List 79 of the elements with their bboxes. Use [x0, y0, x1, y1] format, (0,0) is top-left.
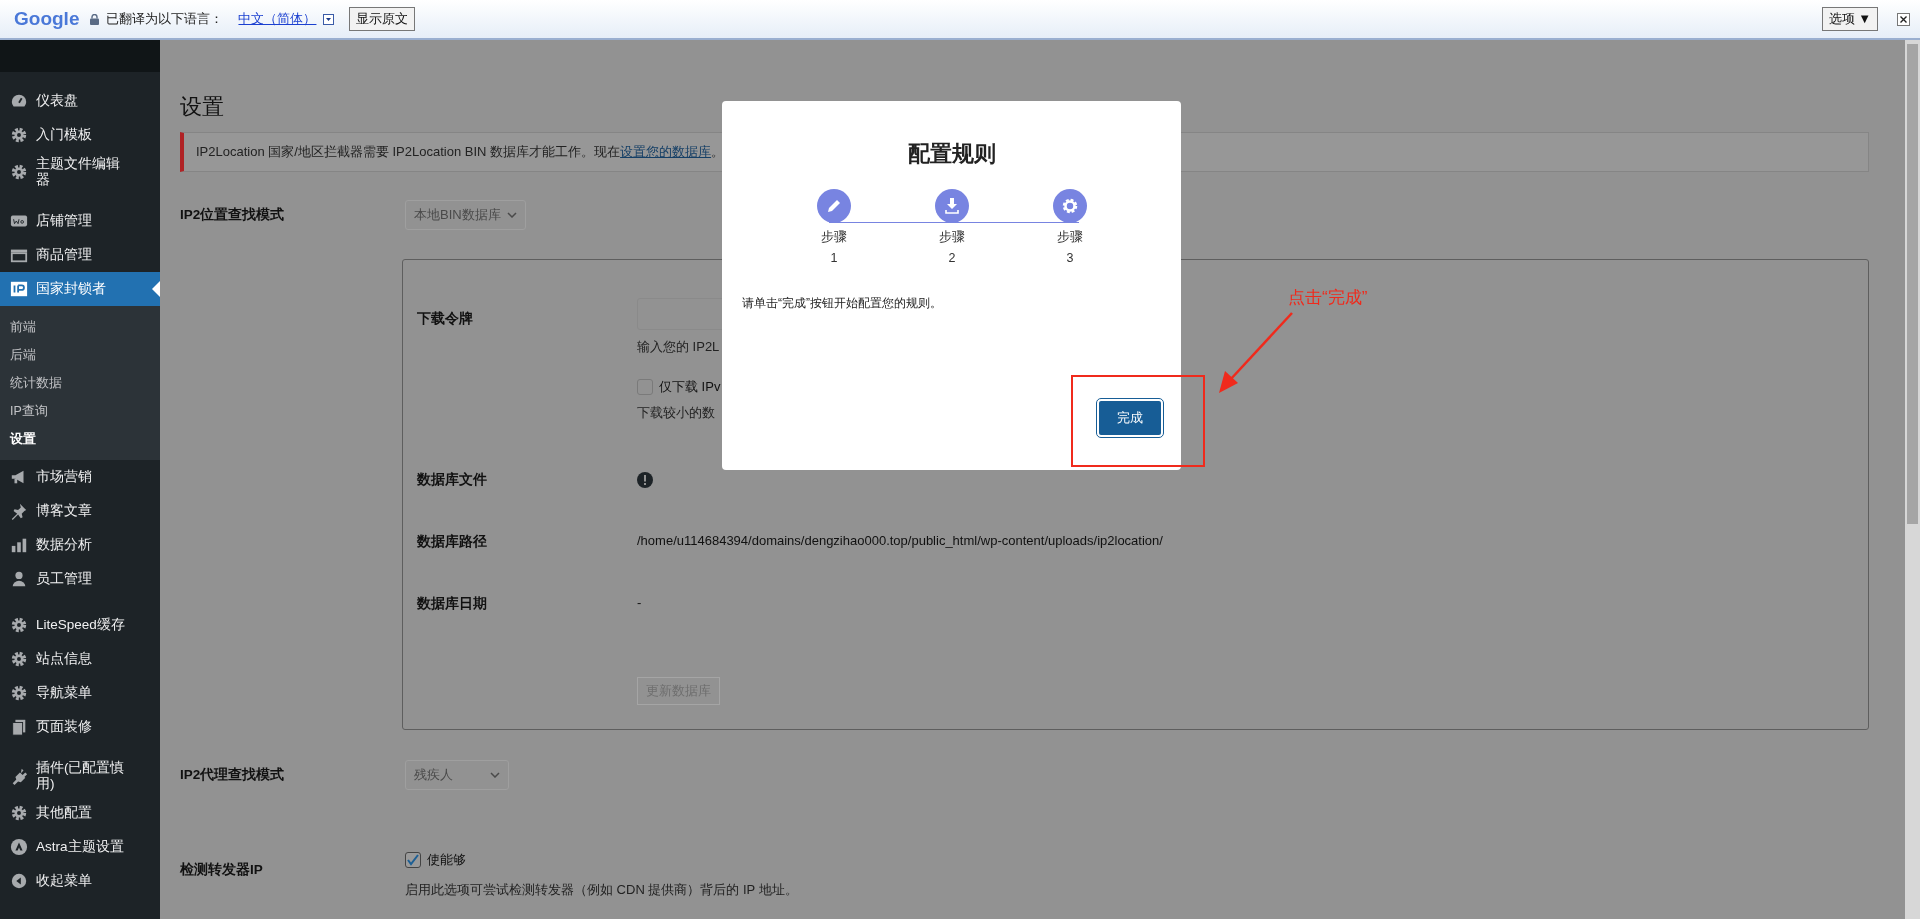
step-label: 步骤 — [1057, 229, 1083, 246]
options-button[interactable]: 选项 ▼ — [1821, 7, 1878, 31]
field-label: 数据库路径 — [417, 533, 488, 551]
gear-icon — [10, 163, 28, 181]
annotation-text: 点击“完成” — [1288, 287, 1368, 309]
sidebar-item[interactable]: 数据分析 — [0, 528, 160, 562]
pages-icon — [10, 718, 28, 736]
sidebar-item[interactable]: 市场营销 — [0, 460, 160, 494]
sidebar-item[interactable]: 主题文件编辑器 — [0, 152, 160, 192]
step-label: 步骤 — [821, 229, 847, 246]
page-title: 设置 — [180, 93, 225, 121]
person-icon — [10, 570, 28, 588]
sidebar-item[interactable]: 站点信息 — [0, 642, 160, 676]
sidebar-item[interactable]: 导航菜单 — [0, 676, 160, 710]
google-logo: Google — [14, 8, 80, 30]
submenu-item[interactable]: IP查询 — [0, 397, 160, 425]
field-label: IP2位置查找模式 — [180, 206, 286, 224]
modal-message: 请单击“完成”按钮开始配置您的规则。 — [742, 295, 943, 312]
checkbox[interactable] — [405, 852, 421, 868]
submenu-item[interactable]: 统计数据 — [0, 369, 160, 397]
sidebar-item[interactable]: 其他配置 — [0, 796, 160, 830]
scrollbar[interactable] — [1905, 40, 1920, 919]
gear-icon — [10, 804, 28, 822]
menu-pointer-icon — [152, 281, 160, 297]
sidebar-item[interactable]: 插件(已配置慎用) — [0, 756, 160, 796]
sidebar-item[interactable]: 员工管理 — [0, 562, 160, 596]
field-label: 数据库文件 — [417, 471, 488, 489]
sidebar-item[interactable]: 收起菜单 — [0, 864, 160, 898]
dropdown-icon[interactable] — [323, 13, 335, 25]
sidebar-item[interactable]: 博客文章 — [0, 494, 160, 528]
sidebar-item[interactable]: Astra主题设置 — [0, 830, 160, 864]
chevron-down-icon — [506, 212, 517, 218]
chevron-down-icon — [490, 772, 500, 778]
gear-icon — [10, 126, 28, 144]
field-label: 下载令牌 — [417, 310, 474, 328]
translate-prompt: 已翻译为以下语言： — [106, 10, 224, 28]
help-text: 启用此选项可尝试检测转发器（例如 CDN 提供商）背后的 IP 地址。 — [405, 881, 798, 899]
setup-database-link[interactable]: 设置您的数据库 — [620, 144, 712, 159]
done-button[interactable]: 完成 — [1097, 399, 1163, 437]
database-path: /home/u114684394/domains/dengzihao000.top/public_html/wp-content/uploads/ip2location/ — [637, 533, 1163, 550]
submenu-item[interactable]: 后端 — [0, 341, 160, 369]
close-icon[interactable] — [1897, 12, 1910, 26]
sidebar-item[interactable]: 店铺管理 — [0, 204, 160, 238]
database-date: - — [637, 595, 642, 612]
sidebar-item[interactable]: 国家封锁者 — [0, 272, 160, 306]
gear-icon — [10, 616, 28, 634]
submenu-item[interactable]: 设置 — [0, 425, 160, 453]
lock-icon — [90, 13, 100, 25]
sidebar-item[interactable]: 仪表盘 — [0, 84, 160, 118]
warning-icon — [637, 472, 653, 488]
gear-icon — [10, 650, 28, 668]
modal-title: 配置规则 — [906, 140, 997, 168]
bar-chart-icon — [10, 536, 28, 554]
notice-text: IP2Location 国家/地区拦截器需要 IP2Location BIN 数据库才能工作。现在设置您的数据库。 — [196, 143, 725, 161]
step-number: 3 — [1066, 251, 1074, 265]
checkbox-label: 仅下载 IPv — [659, 378, 721, 396]
sidebar-item[interactable]: 页面装修 — [0, 710, 160, 744]
field-label: 检测转发器IP — [180, 861, 264, 879]
help-text: 下载较小的数 — [637, 404, 715, 422]
sidebar-item[interactable]: 入门模板 — [0, 118, 160, 152]
gear-icon — [10, 684, 28, 702]
plug-icon — [10, 767, 28, 785]
field-label: IP2代理查找模式 — [180, 766, 286, 784]
step-number: 1 — [830, 251, 838, 265]
pin-icon — [10, 502, 28, 520]
field-label: 数据库日期 — [417, 595, 488, 613]
submenu-item[interactable]: 前端 — [0, 313, 160, 341]
help-text: 输入您的 IP2L — [637, 338, 720, 356]
step-number: 2 — [948, 251, 956, 265]
sidebar-item[interactable]: LiteSpeed缓存 — [0, 608, 160, 642]
checkbox[interactable] — [637, 379, 653, 395]
astra-icon — [10, 838, 28, 856]
checkbox-label: 使能够 — [427, 851, 466, 869]
ip-icon — [10, 280, 28, 298]
show-original-button[interactable]: 显示原文 — [349, 7, 416, 31]
language-link[interactable]: 中文（简体） — [238, 10, 317, 28]
step-label: 步骤 — [939, 229, 965, 246]
sidebar-item[interactable]: 商品管理 — [0, 238, 160, 272]
collapse-icon — [10, 872, 28, 890]
